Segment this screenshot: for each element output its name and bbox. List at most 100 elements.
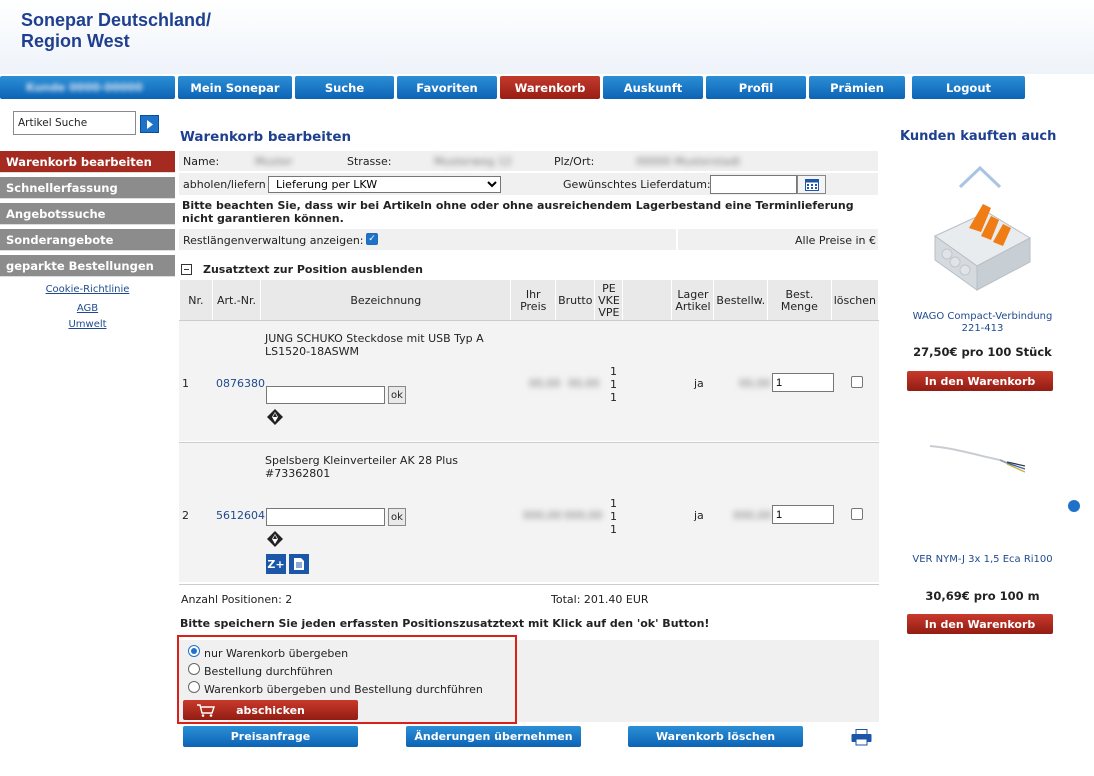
sidebar-item-schnellerfassung[interactable]: Schnellerfassung [0,177,175,199]
row-bestellwert: 00,00 [739,377,771,390]
sidebar-item-warenkorb-bearbeiten[interactable]: Warenkorb bearbeiten [0,151,175,173]
add-to-cart-button[interactable]: In den Warenkorb [907,614,1053,634]
product-name[interactable]: WAGO Compact-Verbindung 221-413 [900,311,1065,335]
compass-icon[interactable] [266,408,284,426]
article-search-input[interactable] [13,111,136,135]
position-text-input[interactable] [266,508,385,526]
col-ihr-preis: Ihr Preis [510,279,557,322]
search-go-button[interactable] [140,115,159,133]
col-loeschen: löschen [830,279,880,322]
position-ok-button[interactable]: ok [388,386,406,404]
row-vke-value: 1 [610,510,617,523]
nym-cable-image[interactable] [925,436,1035,496]
nav-profil[interactable]: Profil [706,76,806,99]
cart-icon [197,704,215,717]
row-art-nr[interactable]: 0876380 [216,377,265,390]
nav-auskunft[interactable]: Auskunft [603,76,703,99]
nav-favoriten[interactable]: Favoriten [397,76,497,99]
submit-label: abschicken [236,703,305,717]
row-brutto: 00,00 [568,377,600,390]
price-request-button[interactable]: Preisanfrage [183,726,358,747]
delete-checkbox[interactable] [851,508,863,520]
option-label-bestellung[interactable]: Bestellung durchführen [204,665,333,678]
link-umwelt[interactable]: Umwelt [0,319,175,330]
user-account-badge: Kunde 0000-00000 [0,76,175,99]
row-bezeichnung-line1: JUNG SCHUKO Steckdose mit USB Typ A [265,332,484,345]
nav-suche[interactable]: Suche [295,76,394,99]
link-agb[interactable]: AGB [0,303,175,314]
delivery-date-input[interactable] [710,175,797,194]
col-best-menge: Best. Menge [767,279,832,322]
product-name[interactable]: VER NYM-J 3x 1,5 Eca Ri100 [900,554,1065,566]
wago-connector-image[interactable] [925,198,1035,296]
nav-mein-sonepar[interactable]: Mein Sonepar [178,76,292,99]
nav-logout[interactable]: Logout [912,76,1025,99]
carousel-indicator-dot[interactable] [1068,500,1080,512]
user-account-text: Kunde 0000-00000 [26,81,143,94]
submit-button[interactable]: abschicken [183,700,358,720]
city-label: Plz/Ort: [554,155,595,168]
sidebar-item-sonderangebote[interactable]: Sonderangebote [0,229,175,251]
row-bezeichnung-line2: #73362801 [265,467,331,480]
col-bezeichnung: Bezeichnung [260,279,512,322]
row-pe-value: 1 [610,497,617,510]
recommendations-title: Kunden kauften auch [900,129,1057,144]
row-art-nr[interactable]: 5612604 [216,509,265,522]
row-brutto: 000,00 [564,509,603,522]
artikel-label: Artikel [675,299,711,313]
link-cookie-richtlinie[interactable]: Cookie-Richtlinie [0,284,175,295]
position-text-input[interactable] [266,386,385,404]
sidebar-item-geparkte-bestellungen[interactable]: geparkte Bestellungen [0,255,175,277]
restlaenge-label: Restlängenverwaltung anzeigen: [183,234,364,247]
position-ok-button[interactable]: ok [388,508,406,526]
save-notice: Bitte speichern Sie jeden erfassten Posi… [180,617,710,630]
apply-changes-button[interactable]: Änderungen übernehmen [406,726,581,747]
prices-currency-label: Alle Preise in € [795,234,876,247]
zusatztext-toggle-label[interactable]: Zusatztext zur Position ausblenden [203,263,423,276]
delete-cart-button[interactable]: Warenkorb löschen [628,726,803,747]
row-bestellwert: 000,00 [733,509,772,522]
street-label: Strasse: [347,155,392,168]
option-radio-bestellung[interactable] [188,663,200,675]
availability-notice: Bitte beachten Sie, dass wir bei Artikel… [182,199,854,225]
nav-warenkorb[interactable]: Warenkorb [500,76,600,99]
restlaenge-checkbox[interactable]: ✓ [366,233,378,245]
chevron-up-icon[interactable] [957,164,1003,190]
document-icon[interactable] [289,554,309,574]
divider [676,229,678,250]
col-nr: Nr. [179,279,213,322]
city-value: 00000 Musterstadt [636,155,741,168]
sidebar-item-angebotssuche[interactable]: Angebotssuche [0,203,175,225]
delivery-method-select[interactable]: Lieferung per LKW [268,176,501,193]
option-radio-warenkorb[interactable] [188,645,200,657]
calendar-button[interactable] [797,175,826,194]
option-label-beides[interactable]: Warenkorb übergeben und Bestellung durch… [204,683,483,696]
col-lager-artikel: Lager Artikel [671,279,715,322]
add-to-cart-button[interactable]: In den Warenkorb [907,371,1053,391]
name-label: Name: [183,155,220,168]
collapse-toggle[interactable] [181,264,192,275]
col-bestellwert: Bestellw. [713,279,769,322]
nav-praemien[interactable]: Prämien [809,76,905,99]
option-label-warenkorb[interactable]: nur Warenkorb übergeben [204,647,348,660]
quantity-input[interactable] [772,373,834,392]
print-icon[interactable] [851,729,872,746]
zusatztext-add-icon[interactable]: Z+ [266,554,286,574]
menge-label: Menge [780,299,818,313]
delete-checkbox[interactable] [851,376,863,388]
option-radio-beides[interactable] [188,681,200,693]
position-count: Anzahl Positionen: 2 [181,593,293,606]
row-vpe-value: 1 [610,523,617,536]
row-lager: ja [694,377,704,390]
col-brutto: Brutto [555,279,596,322]
cart-total: Total: 201.40 EUR [551,593,649,606]
name-value: Muster [255,155,293,168]
row-vke-value: 1 [610,378,617,391]
pe-label: PE [602,281,616,295]
vpe-label: VPE [598,305,620,319]
brand-line-1: Sonepar Deutschland/ [21,10,212,30]
preis-label: Preis [520,299,547,313]
quantity-input[interactable] [772,505,834,524]
compass-icon[interactable] [266,530,284,548]
document-glyph [294,558,304,570]
